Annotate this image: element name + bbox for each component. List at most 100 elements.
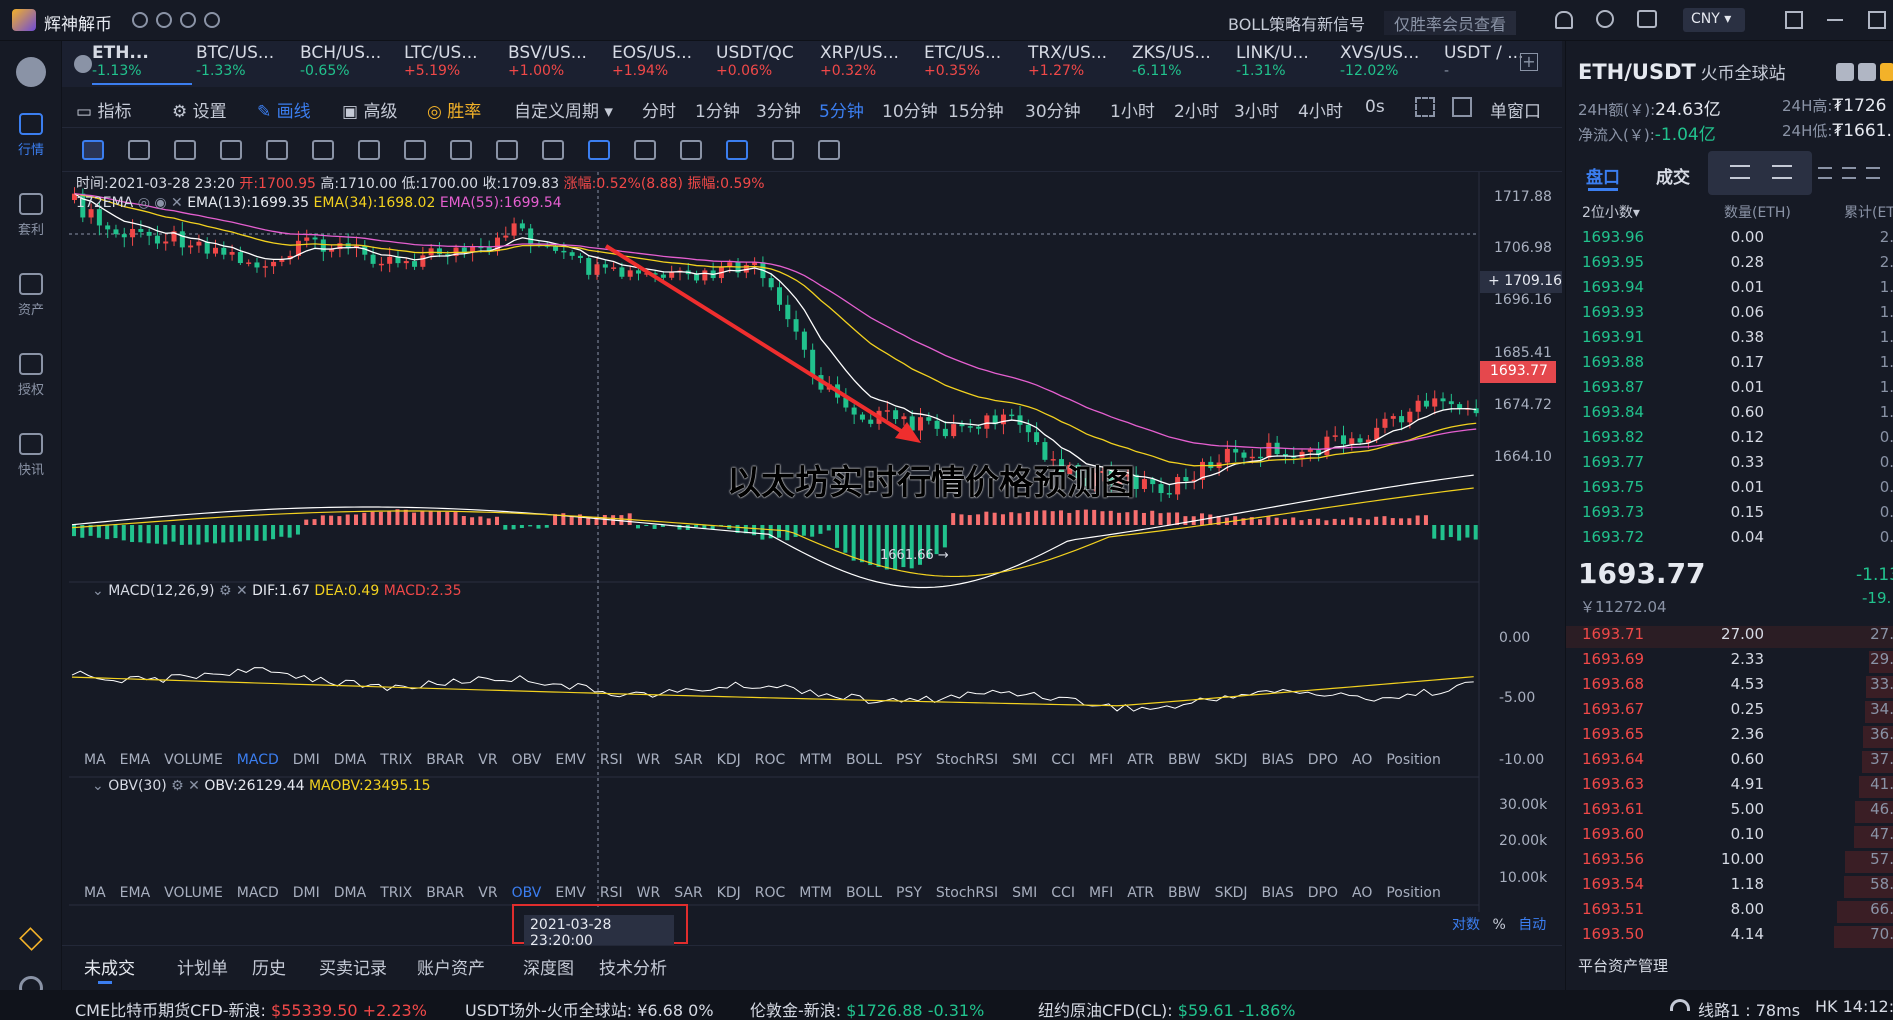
symbol-tab[interactable]: BSV/US... +1.00%	[508, 45, 608, 85]
indicator-skdj[interactable]: SKDJ	[1215, 752, 1248, 768]
shield-icon[interactable]	[132, 12, 148, 28]
bottom-tab-6[interactable]: 技术分析	[599, 954, 667, 979]
symbol-tab[interactable]: EOS/US... +1.94%	[612, 45, 712, 85]
indicator-mfi[interactable]: MFI	[1089, 752, 1113, 768]
orderbook-row[interactable]: 1693.96 0.00 2.	[1566, 228, 1893, 253]
indicator-psy[interactable]: PSY	[896, 885, 922, 901]
layout-both-icon[interactable]	[1730, 165, 1750, 179]
orderbook-row[interactable]: 1693.63 4.91 41.	[1566, 775, 1893, 800]
indicator-obv[interactable]: OBV	[512, 752, 542, 768]
indicator-smi[interactable]: SMI	[1012, 752, 1037, 768]
tab-orderbook[interactable]: 盘口	[1586, 163, 1620, 188]
measure-icon[interactable]	[358, 140, 380, 160]
select-icon[interactable]	[726, 140, 748, 160]
settings-small-icon[interactable]: ⚙ ✕	[171, 778, 204, 794]
custom-period-select[interactable]: 自定义周期 ▾	[514, 97, 613, 122]
search-icon[interactable]	[1596, 10, 1614, 28]
orderbook-row[interactable]: 1693.93 0.06 1.	[1566, 303, 1893, 328]
symbol-tab[interactable]: TRX/US... +1.27%	[1028, 45, 1128, 85]
platform-assets-link[interactable]: 平台资产管理	[1578, 955, 1668, 976]
draw-line-button[interactable]: ✎ 画线	[257, 97, 311, 122]
minimize-icon[interactable]	[1827, 19, 1843, 21]
indicator-dpo[interactable]: DPO	[1308, 885, 1338, 901]
indicator-volume[interactable]: VOLUME	[164, 885, 223, 901]
indicator-roc[interactable]: ROC	[755, 752, 786, 768]
magnet-icon[interactable]	[450, 140, 472, 160]
indicator-stochrsi[interactable]: StochRSI	[936, 752, 998, 768]
tab-trades[interactable]: 成交	[1656, 163, 1690, 188]
orderbook-row[interactable]: 1693.84 0.60 1.	[1566, 403, 1893, 428]
indicator-sar[interactable]: SAR	[674, 752, 702, 768]
symbol-tab[interactable]: ZKS/US... -6.11%	[1132, 45, 1232, 85]
percent-icon[interactable]	[156, 12, 172, 28]
member-text[interactable]: 仅胜率会员查看	[1384, 11, 1517, 35]
orderbook-row[interactable]: 1693.54 1.18 58.	[1566, 875, 1893, 900]
indicator-trix[interactable]: TRIX	[380, 752, 412, 768]
diamond-icon[interactable]	[19, 927, 43, 951]
layout-sell-icon[interactable]	[1842, 167, 1856, 179]
indicator-atr[interactable]: ATR	[1127, 752, 1154, 768]
bottom-tab-5[interactable]: 深度图	[523, 954, 574, 979]
orderbook-row[interactable]: 1693.91 0.38 1.	[1566, 328, 1893, 353]
sidebar-item-news[interactable]: 快讯	[0, 433, 62, 478]
trash-icon[interactable]	[818, 140, 840, 160]
bell-small-icon[interactable]	[1836, 63, 1854, 81]
indicator-mtm[interactable]: MTM	[799, 885, 832, 901]
ticker-item[interactable]: CME比特币期货CFD-新浪: $55339.50 +2.23%	[75, 997, 427, 1020]
orderbook-row[interactable]: 1693.87 0.01 1.	[1566, 378, 1893, 403]
orderbook-row[interactable]: 1693.69 2.33 29.	[1566, 650, 1893, 675]
indicator-mfi[interactable]: MFI	[1089, 885, 1113, 901]
network-line[interactable]: 线路1 : 78ms	[1698, 997, 1800, 1020]
window-mode-icon[interactable]	[1452, 97, 1472, 117]
layout-list-icon[interactable]	[1772, 165, 1792, 179]
orderbook-row[interactable]: 1693.94 0.01 1.	[1566, 278, 1893, 303]
symbol-tab[interactable]: BTC/US... -1.33%	[196, 45, 296, 85]
indicator-kdj[interactable]: KDJ	[717, 885, 741, 901]
indicator-bias[interactable]: BIAS	[1262, 885, 1294, 901]
indicator-brar[interactable]: BRAR	[426, 752, 464, 768]
period-3[interactable]: 5分钟	[819, 97, 864, 122]
orderbook-row[interactable]: 1693.72 0.04 0.	[1566, 528, 1893, 553]
log-scale-toggle[interactable]: 对数	[1452, 917, 1480, 933]
settings-button[interactable]: ⚙ 设置	[172, 97, 227, 122]
period-2[interactable]: 3分钟	[756, 97, 801, 122]
add-tab-icon[interactable]: +	[1520, 53, 1538, 71]
symbol-tab[interactable]: BCH/US... -0.65%	[300, 45, 400, 85]
indicator-cci[interactable]: CCI	[1051, 752, 1075, 768]
indicator-sar[interactable]: SAR	[674, 885, 702, 901]
wave-icon[interactable]	[312, 140, 334, 160]
indicator-vr[interactable]: VR	[478, 885, 497, 901]
indicator-emv[interactable]: EMV	[555, 885, 586, 901]
ticker-item[interactable]: 纽约原油CFD(CL): $59.61 -1.86%	[1038, 997, 1295, 1020]
orderbook-row[interactable]: 1693.56 10.00 57.	[1566, 850, 1893, 875]
currency-select[interactable]: CNY ▾	[1683, 8, 1745, 32]
indicator-ao[interactable]: AO	[1352, 885, 1372, 901]
shirt-icon[interactable]	[1637, 10, 1657, 28]
period-5[interactable]: 15分钟	[948, 97, 1004, 122]
orderbook-row[interactable]: 1693.71 27.00 27.	[1566, 625, 1893, 650]
auto-toggle[interactable]: 自动	[1518, 917, 1546, 933]
angle-icon[interactable]	[220, 140, 242, 160]
crosshair-icon[interactable]	[82, 140, 104, 160]
check-icon[interactable]	[180, 12, 196, 28]
indicator-dma[interactable]: DMA	[334, 885, 366, 901]
indicator-dmi[interactable]: DMI	[293, 885, 320, 901]
eraser-icon[interactable]	[542, 140, 564, 160]
orderbook-row[interactable]: 1693.60 0.10 47.	[1566, 825, 1893, 850]
maximize-icon[interactable]	[1868, 11, 1886, 29]
phone-icon[interactable]	[204, 12, 220, 28]
indicator-macd[interactable]: MACD	[237, 752, 279, 768]
indicator-brar[interactable]: BRAR	[426, 885, 464, 901]
orderbook-row[interactable]: 1693.73 0.15 0.	[1566, 503, 1893, 528]
indicator-psy[interactable]: PSY	[896, 752, 922, 768]
ema-label[interactable]: 172EMA	[76, 195, 133, 211]
indicator-ema[interactable]: EMA	[120, 885, 151, 901]
indicator-dmi[interactable]: DMI	[293, 752, 320, 768]
period-9[interactable]: 3小时	[1234, 97, 1279, 122]
layout-depth-icon[interactable]	[1866, 167, 1880, 179]
indicator-position[interactable]: Position	[1386, 752, 1441, 768]
lock-draw-icon[interactable]	[588, 140, 610, 160]
share-icon[interactable]	[1880, 63, 1893, 81]
indicator-macd[interactable]: MACD	[237, 885, 279, 901]
period-1[interactable]: 1分钟	[695, 97, 740, 122]
